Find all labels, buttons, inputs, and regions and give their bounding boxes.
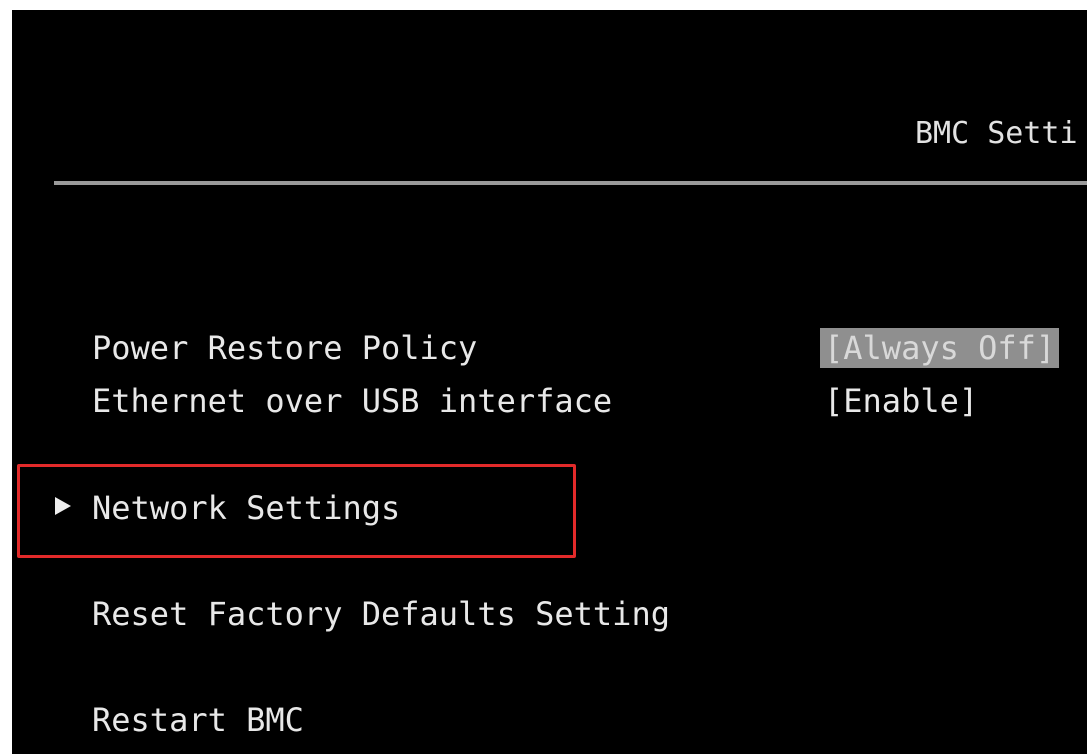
ethernet-over-usb-value[interactable]: [Enable] [824,381,978,421]
menu-item-power-restore-policy[interactable]: Power Restore Policy [92,328,477,368]
header-divider [54,181,1087,185]
menu-item-restart-bmc[interactable]: Restart BMC [92,700,304,740]
bios-screen: BMC Setti Power Restore Policy [Always O… [12,10,1087,754]
menu-item-ethernet-over-usb[interactable]: Ethernet over USB interface [92,381,612,421]
menu-item-network-settings[interactable]: Network Settings [92,488,400,528]
page-title: BMC Setti [915,116,1078,151]
power-restore-policy-value[interactable]: [Always Off] [820,328,1060,368]
submenu-arrow-icon [55,497,71,515]
menu-item-reset-factory-defaults[interactable]: Reset Factory Defaults Setting [92,594,670,634]
